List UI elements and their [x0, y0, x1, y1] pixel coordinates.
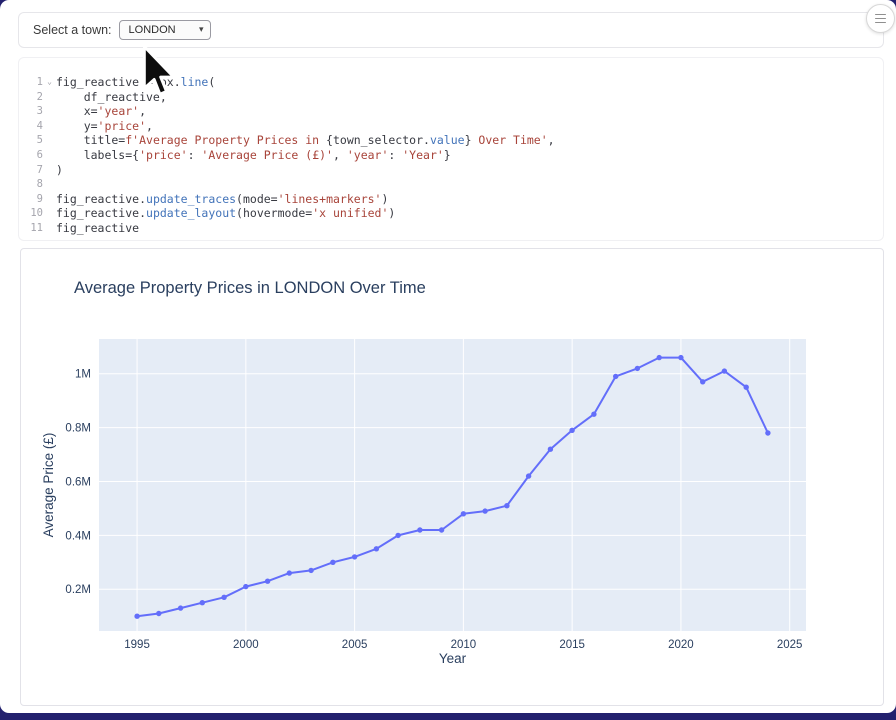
- y-tick-label: 1M: [75, 369, 91, 381]
- fold-spacer: [43, 192, 56, 207]
- output-cell: Average Property Prices in LONDON Over T…: [20, 248, 884, 706]
- data-point-marker[interactable]: [439, 527, 444, 532]
- line-number: 2: [19, 90, 43, 105]
- y-tick-label: 0.8M: [65, 423, 91, 435]
- data-point-marker[interactable]: [657, 355, 662, 360]
- data-point-marker[interactable]: [330, 560, 335, 565]
- data-point-marker[interactable]: [765, 430, 770, 435]
- line-number: 11: [19, 221, 43, 236]
- data-point-marker[interactable]: [178, 605, 183, 610]
- y-tick-label: 0.6M: [65, 476, 91, 488]
- data-point-marker[interactable]: [417, 527, 422, 532]
- data-point-marker[interactable]: [221, 595, 226, 600]
- chart-title: Average Property Prices in LONDON Over T…: [74, 279, 426, 298]
- line-number: 5: [19, 133, 43, 148]
- fold-spacer: [43, 90, 56, 105]
- code-line: 2 df_reactive,: [19, 90, 883, 105]
- line-number: 10: [19, 206, 43, 221]
- code-line: 1⌄fig_reactive = px.line(: [19, 75, 883, 90]
- data-point-marker[interactable]: [548, 447, 553, 452]
- x-tick-label: 2005: [342, 639, 368, 651]
- x-tick-label: 2010: [451, 639, 477, 651]
- line-number: 4: [19, 119, 43, 134]
- fold-spacer: [43, 133, 56, 148]
- data-point-marker[interactable]: [722, 368, 727, 373]
- code-line: 5 title=f'Average Property Prices in {to…: [19, 133, 883, 148]
- x-tick-label: 2015: [559, 639, 585, 651]
- data-point-marker[interactable]: [678, 355, 683, 360]
- code-line: 8: [19, 177, 883, 192]
- plot-area[interactable]: [99, 339, 806, 631]
- line-number: 9: [19, 192, 43, 207]
- data-point-marker[interactable]: [744, 385, 749, 390]
- fold-spacer: [43, 221, 56, 236]
- data-point-marker[interactable]: [482, 508, 487, 513]
- code-line: 7): [19, 163, 883, 178]
- data-point-marker[interactable]: [134, 614, 139, 619]
- data-point-marker[interactable]: [374, 546, 379, 551]
- line-number: 3: [19, 104, 43, 119]
- line-number: 6: [19, 148, 43, 163]
- town-selector-select[interactable]: LONDON: [119, 20, 211, 40]
- data-point-marker[interactable]: [287, 570, 292, 575]
- data-point-marker[interactable]: [461, 511, 466, 516]
- line-number: 1: [19, 75, 43, 90]
- data-point-marker[interactable]: [591, 412, 596, 417]
- code-line: 10fig_reactive.update_layout(hovermode='…: [19, 206, 883, 221]
- line-number: 8: [19, 177, 43, 192]
- fold-spacer: [43, 177, 56, 192]
- x-tick-label: 2020: [668, 639, 694, 651]
- code-line: 4 y='price',: [19, 119, 883, 134]
- line-number: 7: [19, 163, 43, 178]
- fold-spacer: [43, 206, 56, 221]
- data-point-marker[interactable]: [265, 579, 270, 584]
- fold-spacer: [43, 163, 56, 178]
- code-line: 3 x='year',: [19, 104, 883, 119]
- town-selector-cell: Select a town: LONDON ▾: [18, 12, 884, 48]
- x-tick-label: 2025: [777, 639, 803, 651]
- y-tick-label: 0.2M: [65, 584, 91, 596]
- notebook-card: Select a town: LONDON ▾ 1⌄fig_reactive =…: [0, 0, 896, 713]
- data-point-marker[interactable]: [243, 584, 248, 589]
- code-line: 11fig_reactive: [19, 221, 883, 236]
- y-axis-title: Average Price (£): [41, 433, 56, 538]
- data-point-marker[interactable]: [526, 473, 531, 478]
- town-selector-label: Select a town:: [33, 23, 112, 37]
- data-point-marker[interactable]: [308, 568, 313, 573]
- data-point-marker[interactable]: [700, 379, 705, 384]
- data-point-marker[interactable]: [200, 600, 205, 605]
- data-point-marker[interactable]: [156, 611, 161, 616]
- x-tick-label: 1995: [124, 639, 150, 651]
- code-editor[interactable]: 1⌄fig_reactive = px.line(2 df_reactive,3…: [18, 57, 884, 241]
- menu-button[interactable]: [866, 4, 895, 33]
- data-point-marker[interactable]: [395, 533, 400, 538]
- fold-spacer: [43, 104, 56, 119]
- x-axis-title: Year: [439, 651, 467, 666]
- data-point-marker[interactable]: [352, 554, 357, 559]
- property-price-chart[interactable]: 1995 2000 2005 2010 2015 2020 2025 0.2M 0.4M 0.6M…: [21, 249, 883, 703]
- data-point-marker[interactable]: [504, 503, 509, 508]
- fold-spacer: [43, 119, 56, 134]
- x-tick-label: 2000: [233, 639, 259, 651]
- fold-spacer: [43, 148, 56, 163]
- fold-icon[interactable]: ⌄: [43, 75, 56, 90]
- data-point-marker[interactable]: [635, 366, 640, 371]
- y-tick-label: 0.4M: [65, 530, 91, 542]
- data-point-marker[interactable]: [569, 428, 574, 433]
- data-point-marker[interactable]: [613, 374, 618, 379]
- code-line: 6 labels={'price': 'Average Price (£)', …: [19, 148, 883, 163]
- code-line: 9fig_reactive.update_traces(mode='lines+…: [19, 192, 883, 207]
